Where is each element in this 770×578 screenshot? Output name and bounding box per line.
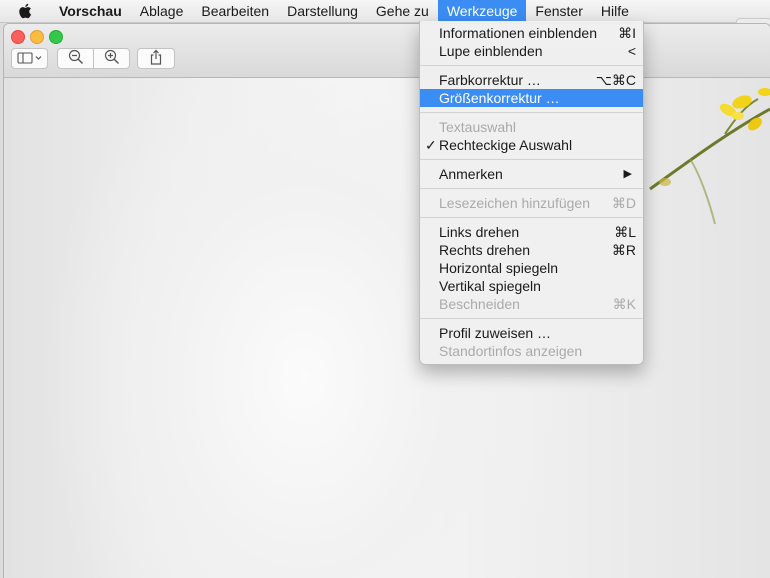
menu-item-label: Beschneiden	[439, 296, 520, 312]
menu-item-profil-zuweisen[interactable]: Profil zuweisen …	[420, 324, 643, 342]
menu-hilfe[interactable]: Hilfe	[592, 0, 638, 22]
zoom-button[interactable]	[49, 30, 63, 44]
menu-separator	[420, 112, 643, 113]
minimize-button[interactable]	[30, 30, 44, 44]
menu-item-links-drehen[interactable]: Links drehen ⌘L	[420, 223, 643, 241]
photo-plant-branch	[649, 88, 770, 225]
menu-item-label: Lupe einblenden	[439, 43, 543, 59]
menu-item-beschneiden: Beschneiden ⌘K	[420, 295, 643, 313]
menu-item-label: Standortinfos anzeigen	[439, 343, 583, 359]
menu-item-label: Rechteckige Auswahl	[439, 137, 573, 153]
menu-item-farbkorrektur[interactable]: Farbkorrektur … ⌥⌘C	[420, 71, 643, 89]
shortcut-label: ⌘I	[618, 25, 636, 41]
menu-fenster[interactable]: Fenster	[526, 0, 591, 22]
menu-item-informationen-einblenden[interactable]: Informationen einblenden ⌘I	[420, 24, 643, 42]
menu-item-label: Farbkorrektur …	[439, 72, 541, 88]
share-icon	[149, 49, 163, 68]
sidebar-toggle-button[interactable]	[11, 48, 48, 69]
menu-item-label: Horizontal spiegeln	[439, 260, 559, 276]
menu-item-standortinfos-anzeigen: Standortinfos anzeigen	[420, 342, 643, 360]
shortcut-label: ⌘R	[611, 242, 636, 258]
menu-separator	[420, 188, 643, 189]
menu-separator	[420, 159, 643, 160]
menu-item-rechts-drehen[interactable]: Rechts drehen ⌘R	[420, 241, 643, 259]
menu-item-label: Informationen einblenden	[439, 25, 598, 41]
close-button[interactable]	[11, 30, 25, 44]
zoom-out-button[interactable]	[57, 48, 94, 69]
menu-darstellung[interactable]: Darstellung	[278, 0, 367, 22]
shortcut-label: ⌘K	[612, 296, 636, 312]
menu-item-lupe-einblenden[interactable]: Lupe einblenden <	[420, 42, 643, 60]
menu-separator	[420, 318, 643, 319]
zoom-in-button[interactable]	[93, 48, 130, 69]
menu-werkzeuge[interactable]: Werkzeuge	[437, 0, 527, 22]
shortcut-label: <	[627, 43, 636, 59]
menu-item-label: Anmerken	[439, 166, 503, 182]
menu-item-label: Textauswahl	[439, 119, 517, 135]
menu-ablage[interactable]: Ablage	[131, 0, 193, 22]
menu-item-label: Links drehen	[439, 224, 520, 240]
shortcut-label: ⌥⌘C	[595, 72, 636, 88]
menu-item-label: Vertikal spiegeln	[439, 278, 541, 294]
zoom-in-icon	[104, 49, 120, 68]
menu-gehe-zu[interactable]: Gehe zu	[367, 0, 438, 22]
menu-item-lesezeichen-hinzufuegen: Lesezeichen hinzufügen ⌘D	[420, 194, 643, 212]
menu-bar: Vorschau Ablage Bearbeiten Darstellung G…	[0, 0, 770, 23]
zoom-out-icon	[68, 49, 84, 68]
menu-item-textauswahl: Textauswahl	[420, 118, 643, 136]
shortcut-label: ⌘L	[614, 224, 636, 240]
menu-item-groessenkorrektur[interactable]: Größenkorrektur …	[420, 89, 643, 107]
werkzeuge-menu: Informationen einblenden ⌘I Lupe einblen…	[419, 21, 644, 365]
share-button[interactable]	[137, 48, 175, 69]
menu-bearbeiten[interactable]: Bearbeiten	[192, 0, 278, 22]
menu-item-label: Profil zuweisen …	[439, 325, 552, 341]
menu-item-anmerken[interactable]: Anmerken ▶	[420, 165, 643, 183]
menu-separator	[420, 217, 643, 218]
menu-item-label: Rechts drehen	[439, 242, 531, 258]
menu-item-horizontal-spiegeln[interactable]: Horizontal spiegeln	[420, 259, 643, 277]
menu-item-vertikal-spiegeln[interactable]: Vertikal spiegeln	[420, 277, 643, 295]
menu-item-label: Lesezeichen hinzufügen	[439, 195, 591, 211]
apple-logo-icon[interactable]	[18, 2, 36, 20]
sidebar-toggle-icon	[16, 51, 43, 67]
menu-separator	[420, 65, 643, 66]
shortcut-label: ⌘D	[611, 195, 636, 211]
menu-item-rechteckige-auswahl[interactable]: ✓ Rechteckige Auswahl	[420, 136, 643, 154]
menu-item-label: Größenkorrektur …	[439, 90, 560, 106]
submenu-arrow-icon: ▶	[623, 168, 632, 180]
menu-app-name[interactable]: Vorschau	[50, 0, 131, 22]
checkmark-icon: ✓	[425, 137, 437, 153]
